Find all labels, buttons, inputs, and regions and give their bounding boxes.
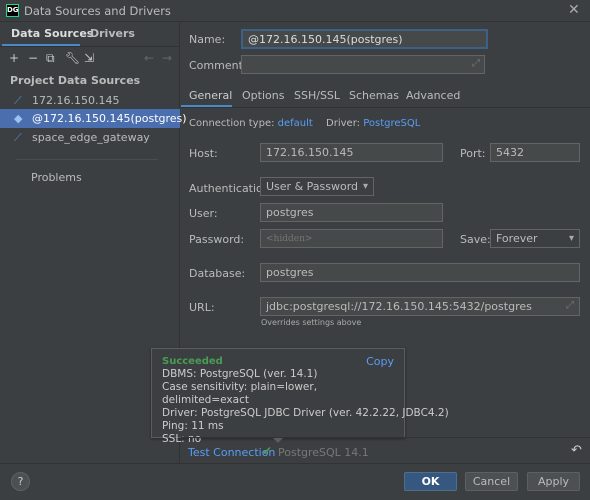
save-label: Save: [460, 233, 491, 246]
remove-icon[interactable]: − [28, 51, 38, 65]
host-label: Host: [189, 147, 218, 160]
apply-button[interactable]: Apply [527, 472, 580, 491]
name-input[interactable]: @172.16.150.145(postgres) [241, 29, 488, 49]
wrench-icon[interactable]: 🔧︎ [65, 51, 80, 65]
back-icon[interactable]: ← [144, 51, 154, 65]
tab-data-sources[interactable]: Data Sources [11, 27, 93, 40]
password-input[interactable] [260, 229, 443, 248]
list-item[interactable]: ⟋ 172.16.150.145 [0, 91, 180, 110]
expand-icon[interactable]: ⤢ [566, 300, 574, 311]
port-input[interactable]: 5432 [490, 143, 580, 162]
import-icon[interactable]: ⇲ [84, 51, 94, 65]
divider [0, 463, 590, 464]
connection-type-label: Connection type: [189, 118, 275, 129]
popup-line: Ping: 11 ms [162, 420, 224, 432]
tab-general[interactable]: General [189, 89, 232, 102]
comment-input[interactable] [241, 55, 485, 74]
add-icon[interactable]: + [9, 51, 19, 65]
tab-ssh-ssl[interactable]: SSH/SSL [294, 89, 340, 102]
connection-type-row: Connection type: default Driver: Postgre… [189, 118, 420, 129]
user-input[interactable]: postgres [260, 203, 443, 222]
database-input[interactable]: postgres [260, 263, 580, 282]
divider [0, 46, 180, 47]
expand-icon[interactable]: ⤢ [472, 58, 480, 69]
check-icon: ✔ [262, 444, 273, 458]
driver-link[interactable]: PostgreSQL [363, 118, 420, 129]
list-item-selected[interactable]: ◆ @172.16.150.145(postgres) [0, 109, 187, 128]
duplicate-icon[interactable]: ⧉ [46, 51, 55, 66]
status-succeeded: Succeeded [162, 356, 223, 367]
divider [181, 107, 590, 108]
tab-drivers[interactable]: Drivers [90, 27, 135, 40]
close-icon[interactable]: ✕ [568, 2, 580, 18]
divider [16, 159, 158, 160]
datasource-icon: ⟋ [14, 131, 22, 144]
password-label: Password: [189, 233, 245, 246]
user-label: User: [189, 207, 218, 220]
title-bar: DG Data Sources and Drivers ✕ [0, 0, 590, 22]
authentication-dropdown[interactable]: User & Password [260, 177, 374, 196]
copy-link[interactable]: Copy [366, 355, 394, 368]
url-input[interactable]: jdbc:postgresql://172.16.150.145:5432/po… [260, 297, 580, 316]
tab-options[interactable]: Options [242, 89, 284, 102]
section-title: Project Data Sources [10, 74, 141, 87]
test-result: PostgreSQL 14.1 [278, 446, 369, 459]
host-input[interactable]: 172.16.150.145 [260, 143, 443, 162]
tab-advanced[interactable]: Advanced [406, 89, 460, 102]
item-label: space_edge_gateway [32, 131, 150, 144]
divider [181, 437, 590, 438]
problems-item[interactable]: Problems [31, 171, 82, 184]
port-label: Port: [460, 147, 486, 160]
help-button[interactable]: ? [11, 472, 30, 491]
app-logo-icon: DG [6, 4, 19, 17]
comment-label: Comment: [189, 59, 247, 72]
list-item[interactable]: ⟋ space_edge_gateway [0, 128, 180, 147]
popup-line: Driver: PostgreSQL JDBC Driver (ver. 42.… [162, 407, 449, 419]
connection-type-link[interactable]: default [278, 118, 313, 129]
item-label: 172.16.150.145 [32, 94, 120, 107]
item-label: @172.16.150.145(postgres) [32, 112, 187, 125]
datasource-icon: ⟋ [14, 94, 22, 107]
name-label: Name: [189, 33, 226, 46]
url-label: URL: [189, 301, 215, 314]
cancel-button[interactable]: Cancel [465, 472, 518, 491]
test-result-popup: Succeeded Copy DBMS: PostgreSQL (ver. 14… [151, 348, 449, 445]
window-title: Data Sources and Drivers [24, 4, 171, 18]
popup-line: Case sensitivity: plain=lower, delimited… [162, 381, 318, 406]
tab-schemas[interactable]: Schemas [349, 89, 399, 102]
popup-line: DBMS: PostgreSQL (ver. 14.1) [162, 368, 318, 380]
driver-label: Driver: [326, 118, 360, 129]
url-hint: Overrides settings above [261, 318, 362, 327]
database-label: Database: [189, 267, 246, 280]
forward-icon[interactable]: → [162, 51, 172, 65]
revert-icon[interactable]: ↶ [571, 443, 582, 458]
postgres-icon: ◆ [14, 112, 23, 125]
ok-button[interactable]: OK [404, 472, 457, 491]
save-dropdown[interactable]: Forever [490, 229, 580, 248]
